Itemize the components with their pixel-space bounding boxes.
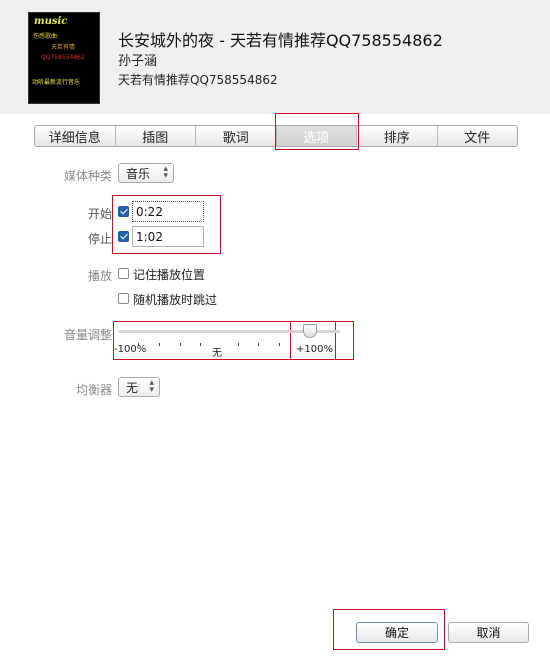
art-text: QQ758554862 (41, 54, 85, 61)
slider-tick (200, 343, 201, 346)
volume-max-label: +100% (296, 344, 333, 355)
skip-shuffle-checkbox[interactable] (118, 293, 129, 304)
tab-lyrics[interactable]: 歌词 (196, 126, 277, 146)
slider-tick (258, 343, 259, 346)
chevron-updown-icon: ▴ ▾ (163, 164, 168, 181)
stop-checkbox[interactable] (118, 231, 129, 242)
tab-details[interactable]: 详细信息 (35, 126, 116, 146)
remember-position-label: 记住播放位置 (133, 268, 206, 282)
stop-time-input[interactable]: 1:02 (132, 226, 204, 247)
volume-label: 音量调整 (63, 328, 112, 342)
start-label: 开始 (87, 207, 112, 221)
equalizer-value: 无 (126, 380, 139, 395)
equalizer-label: 均衡器 (75, 383, 112, 397)
playback-label: 播放 (87, 269, 112, 283)
cancel-button[interactable]: 取消 (448, 622, 529, 643)
slider-tick (180, 343, 181, 346)
album-artwork[interactable]: music 伤感歌曲· 天若有情 QQ758554862 动听最新流行音乐 (28, 12, 100, 104)
slider-tick (238, 343, 239, 346)
tab-file[interactable]: 文件 (438, 126, 518, 146)
tab-sorting[interactable]: 排序 (357, 126, 438, 146)
media-kind-select[interactable]: 音乐 ▴ ▾ (118, 163, 174, 183)
equalizer-select[interactable]: 无 ▴ ▾ (118, 377, 160, 397)
volume-slider-thumb[interactable] (303, 324, 317, 338)
art-text: music (34, 16, 68, 27)
media-kind-value: 音乐 (126, 166, 151, 181)
song-title: 长安城外的夜 - 天若有情推荐QQ758554862 (118, 31, 443, 50)
track-header: music 伤感歌曲· 天若有情 QQ758554862 动听最新流行音乐 长安… (0, 0, 550, 114)
stop-label: 停止 (87, 232, 112, 246)
media-kind-label: 媒体种类 (63, 169, 112, 183)
chevron-updown-icon: ▴ ▾ (149, 378, 154, 395)
tab-artwork[interactable]: 插图 (116, 126, 196, 146)
art-text: 天若有情 (51, 44, 76, 51)
artist-name: 孙子涵 (118, 54, 158, 69)
art-text: 动听最新流行音乐 (32, 79, 81, 86)
volume-min-label: -100% (114, 344, 147, 355)
slider-tick (279, 343, 280, 346)
skip-shuffle-label: 随机播放时跳过 (133, 293, 218, 307)
highlight-box (275, 113, 359, 150)
slider-tick (159, 343, 160, 346)
art-text: 伤感歌曲· (33, 33, 59, 40)
remember-position-checkbox[interactable] (118, 268, 129, 279)
ok-button[interactable]: 确定 (356, 622, 438, 643)
album-name: 天若有情推荐QQ758554862 (118, 73, 278, 87)
volume-mid-label: 无 (212, 348, 222, 359)
start-time-input[interactable]: 0:22 (132, 201, 204, 222)
start-checkbox[interactable] (118, 206, 129, 217)
